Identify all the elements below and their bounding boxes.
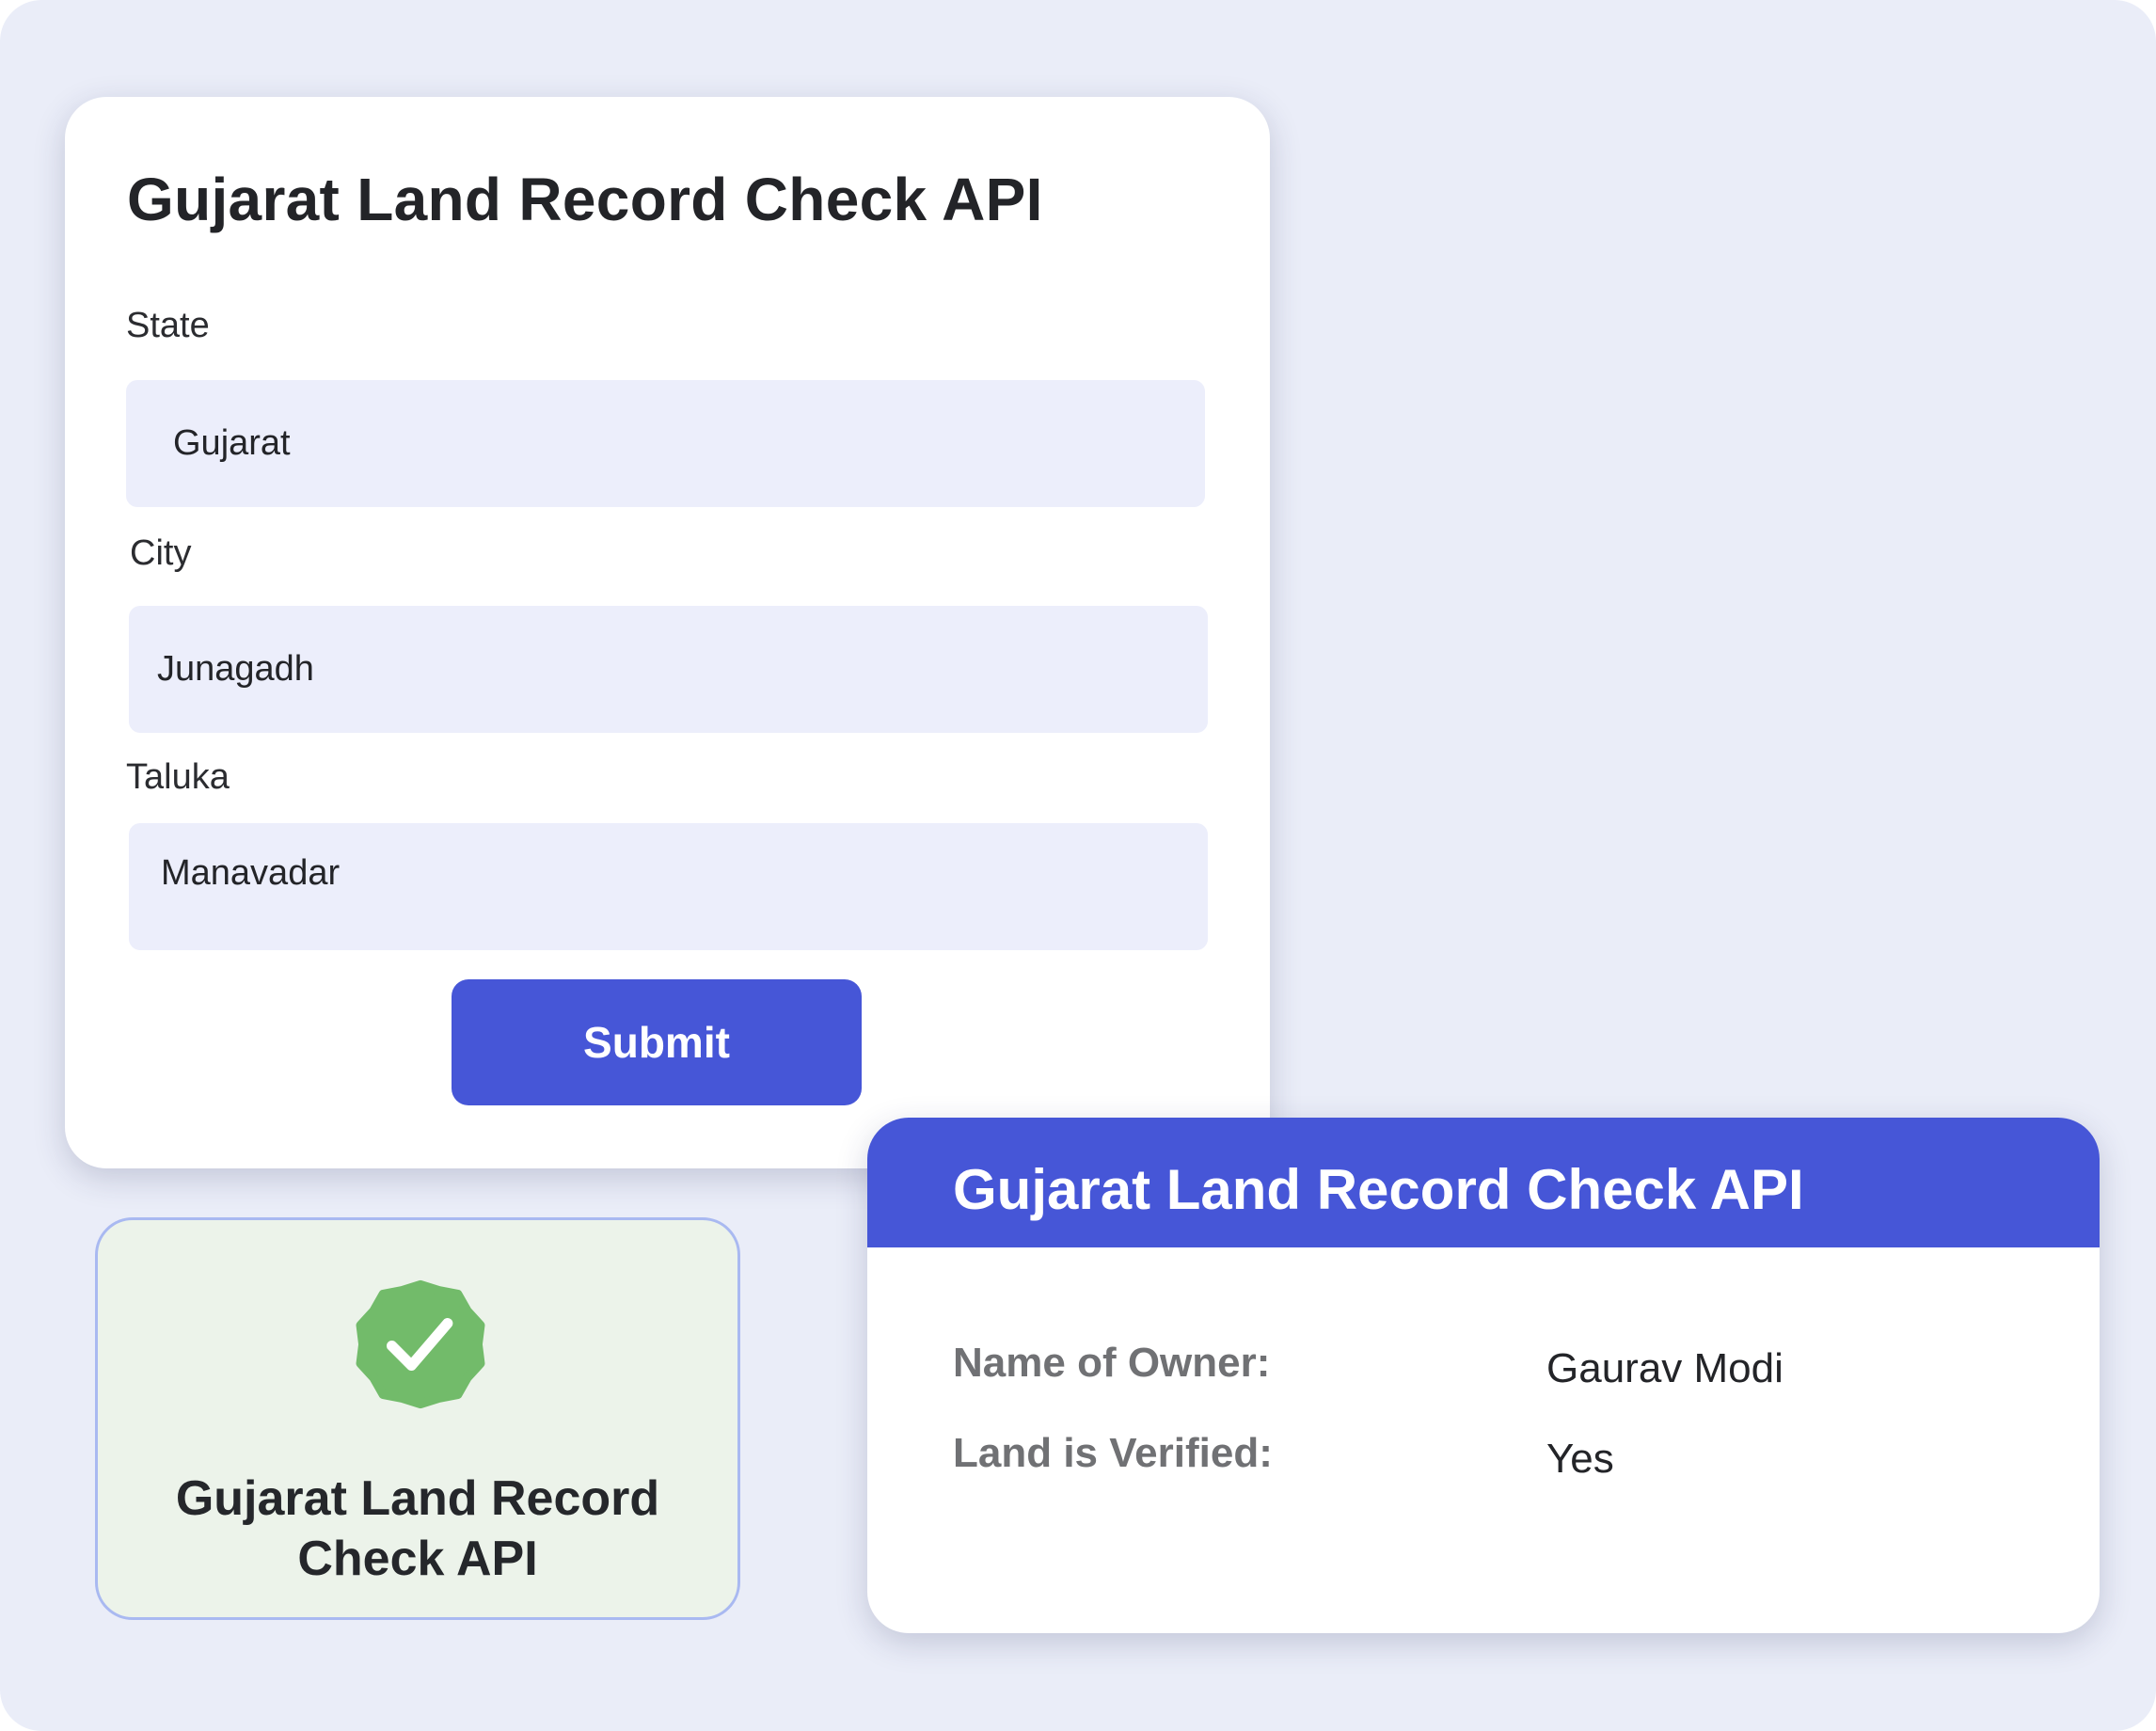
taluka-label: Taluka: [126, 757, 230, 797]
city-label: City: [130, 533, 192, 573]
verified-check-icon: [356, 1279, 485, 1409]
state-input[interactable]: [126, 380, 1205, 507]
land-verified-value: Yes: [1546, 1436, 1614, 1482]
owner-name-value: Gaurav Modi: [1546, 1345, 1783, 1391]
verified-status-card: Gujarat Land Record Check API: [95, 1217, 740, 1620]
taluka-input[interactable]: [129, 823, 1208, 950]
state-label: State: [126, 306, 210, 345]
submit-button[interactable]: Submit: [452, 979, 862, 1105]
result-card: Gujarat Land Record Check API Name of Ow…: [867, 1118, 2100, 1633]
owner-name-label: Name of Owner:: [953, 1340, 1271, 1386]
city-input[interactable]: [129, 606, 1208, 733]
result-title: Gujarat Land Record Check API: [953, 1158, 1804, 1221]
result-header: Gujarat Land Record Check API: [867, 1118, 2100, 1247]
page-background: Gujarat Land Record Check API State City…: [0, 0, 2156, 1731]
land-verified-label: Land is Verified:: [953, 1430, 1273, 1476]
land-record-form-card: Gujarat Land Record Check API State City…: [65, 97, 1270, 1168]
form-title: Gujarat Land Record Check API: [127, 166, 1043, 233]
badge-title: Gujarat Land Record Check API: [175, 1471, 660, 1586]
